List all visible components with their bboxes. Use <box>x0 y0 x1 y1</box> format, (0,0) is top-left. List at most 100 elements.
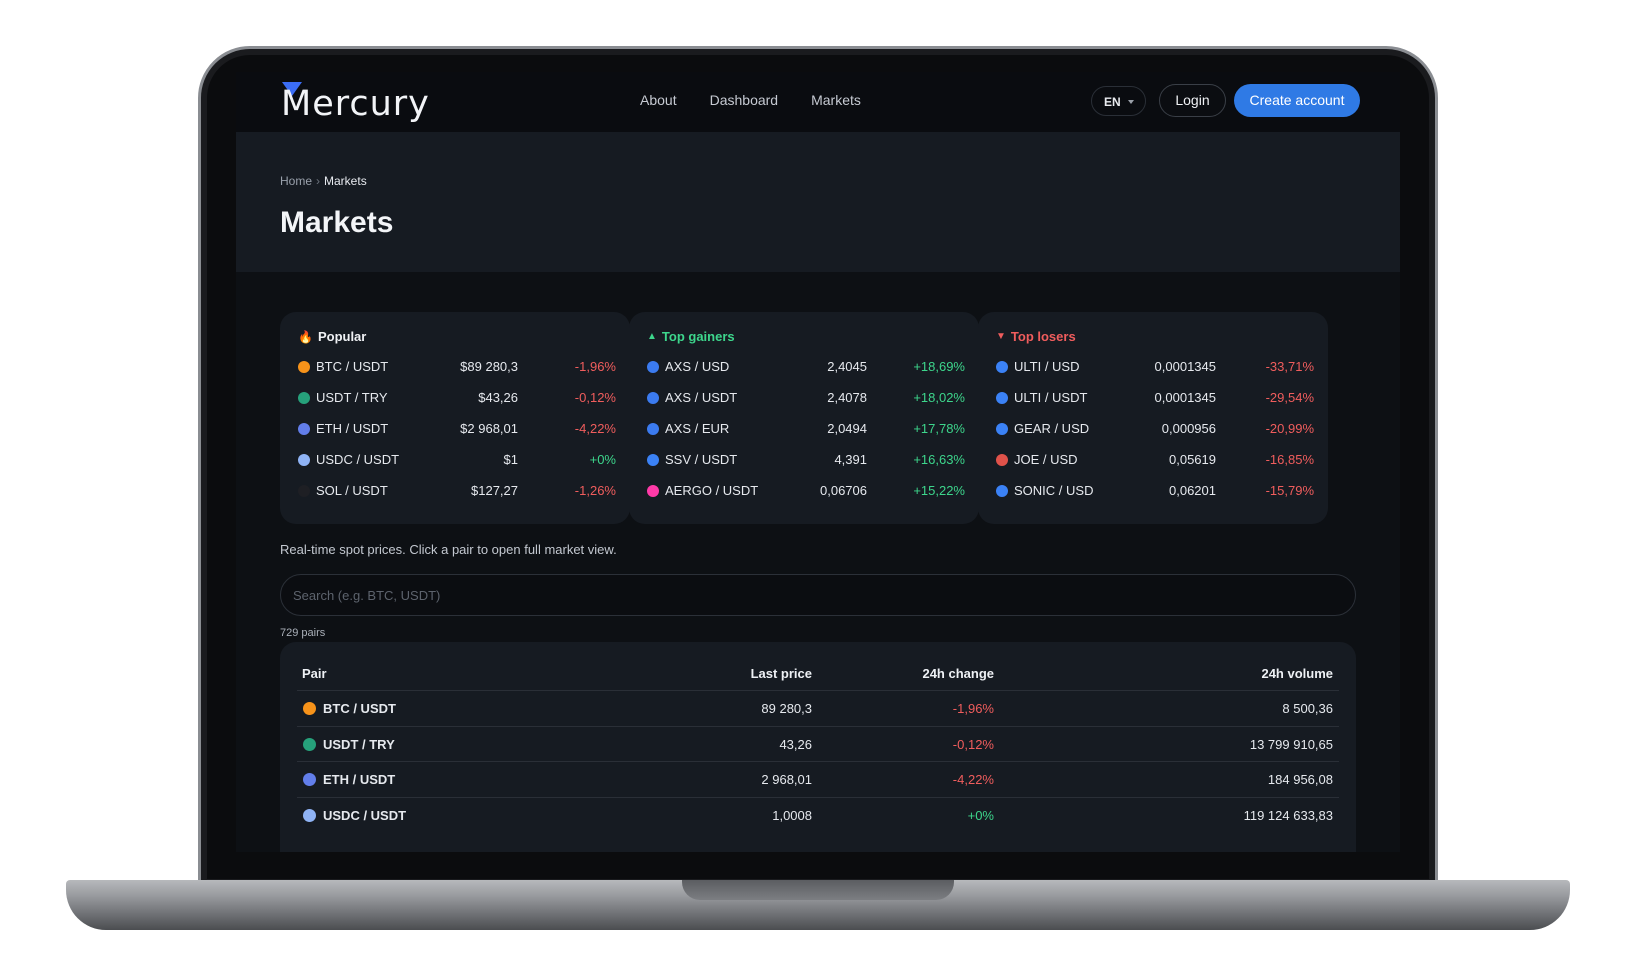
pair-cell: BTC / USDT <box>323 701 396 716</box>
change-value: +17,78% <box>913 421 965 436</box>
hero: Home › Markets Markets <box>236 132 1400 272</box>
change-cell: -4,22% <box>952 772 994 787</box>
breadcrumb-home[interactable]: Home <box>280 174 312 188</box>
card-popular: 🔥 Popular BTC / USDT $89 280,3 -1,96% USDT / … <box>280 312 630 524</box>
change-cell: +0% <box>967 807 994 823</box>
last-price-cell: 43,26 <box>779 736 812 752</box>
pair-label: AERGO / USDT <box>665 483 759 498</box>
breadcrumb-current: Markets <box>324 174 367 188</box>
table-row[interactable]: USDC / USDT 1,0008 +0% 119 124 633,83 <box>297 796 1339 833</box>
usdt-icon <box>298 392 310 404</box>
change-value: -29,54% <box>1265 390 1314 405</box>
volume-cell: 119 124 633,83 <box>1243 807 1333 823</box>
card-title: ▲ Top gainers <box>647 329 735 344</box>
change-value: -1,26% <box>574 483 616 498</box>
card-row[interactable]: SONIC / USD 0,06201 -15,79% <box>996 482 1314 502</box>
screen: Mercury About Dashboard Markets EN Login… <box>236 72 1400 852</box>
breadcrumb-separator-icon: › <box>316 174 321 188</box>
nav-links: About Dashboard Markets <box>640 92 861 108</box>
change-value: +15,22% <box>913 483 965 498</box>
login-button[interactable]: Login <box>1159 84 1226 117</box>
card-row[interactable]: SOL / USDT $127,27 -1,26% <box>298 482 616 502</box>
table-row[interactable]: USDT / TRY 43,26 -0,12% 13 799 910,65 <box>297 725 1339 762</box>
language-label: EN <box>1104 95 1121 109</box>
change-value: -16,85% <box>1265 452 1314 467</box>
card-title-label: Popular <box>317 329 367 344</box>
card-row[interactable]: ETH / USDT $2 968,01 -4,22% <box>298 420 616 440</box>
price-value: $89 280,3 <box>460 359 518 374</box>
gear-icon <box>996 423 1008 435</box>
table-row[interactable]: ETH / USDT 2 968,01 -4,22% 184 956,08 <box>297 761 1339 797</box>
aergo-icon <box>647 485 659 497</box>
price-value: 0,0001345 <box>1154 390 1216 405</box>
chevron-down-icon <box>1128 100 1134 104</box>
header-24h-change[interactable]: 24h change <box>857 666 994 681</box>
price-value: 2,4078 <box>827 390 867 405</box>
description-note: Real-time spot prices. Click a pair to o… <box>280 542 617 557</box>
ssv-icon <box>647 454 659 466</box>
joe-icon <box>996 454 1008 466</box>
logo[interactable]: Mercury <box>281 84 430 124</box>
language-selector[interactable]: EN <box>1091 86 1146 116</box>
card-row[interactable]: AXS / EUR 2,0494 +17,78% <box>647 420 965 440</box>
table-row[interactable]: BTC / USDT 89 280,3 -1,96% 8 500,36 <box>297 690 1339 726</box>
nav-link-about[interactable]: About <box>640 92 677 108</box>
volume-cell: 184 956,08 <box>1267 772 1333 787</box>
card-row[interactable]: JOE / USD 0,05619 -16,85% <box>996 451 1314 471</box>
fire-icon: 🔥 <box>298 329 313 344</box>
pair-label: JOE / USD <box>1014 452 1078 467</box>
axs-icon <box>647 361 659 373</box>
card-title: 🔥 Popular <box>298 329 366 344</box>
laptop-notch <box>682 880 954 900</box>
change-cell: -1,96% <box>952 701 994 716</box>
pair-label: USDC / USDT <box>316 452 400 467</box>
pair-cell: USDT / TRY <box>323 736 395 752</box>
change-value: -4,22% <box>574 421 616 436</box>
card-row[interactable]: SSV / USDT 4,391 +16,63% <box>647 451 965 471</box>
card-row[interactable]: ULTI / USD 0,0001345 -33,71% <box>996 358 1314 378</box>
card-row[interactable]: AXS / USD 2,4045 +18,69% <box>647 358 965 378</box>
triangle-up-icon: ▲ <box>647 331 657 342</box>
search-input[interactable]: Search (e.g. BTC, USDT) <box>280 574 1356 616</box>
price-value: $127,27 <box>471 483 518 498</box>
usdc-icon <box>303 808 316 822</box>
pair-label: ULTI / USD <box>1014 359 1080 374</box>
pair-label: SONIC / USD <box>1014 483 1094 498</box>
change-value: -33,71% <box>1265 359 1314 374</box>
axs-icon <box>647 423 659 435</box>
card-row[interactable]: USDT / TRY $43,26 -0,12% <box>298 389 616 409</box>
header-pair[interactable]: Pair <box>302 666 327 681</box>
volume-cell: 13 799 910,65 <box>1249 736 1333 752</box>
last-price-cell: 2 968,01 <box>761 772 812 787</box>
card-title-label: Top losers <box>1010 329 1076 344</box>
nav-link-dashboard[interactable]: Dashboard <box>710 92 779 108</box>
btc-icon <box>298 361 310 373</box>
nav-link-markets[interactable]: Markets <box>811 92 861 108</box>
price-value: 0,06201 <box>1169 483 1216 498</box>
last-price-cell: 89 280,3 <box>761 701 812 716</box>
price-value: $43,26 <box>478 390 518 405</box>
change-value: -0,12% <box>574 390 616 405</box>
breadcrumb: Home › Markets <box>280 174 367 188</box>
pair-label: USDT / TRY <box>316 390 388 405</box>
price-value: $1 <box>503 452 518 467</box>
pair-label: AXS / USDT <box>665 390 738 405</box>
change-value: -1,96% <box>574 359 616 374</box>
card-title: ▼ Top losers <box>996 329 1076 344</box>
card-row[interactable]: ULTI / USDT 0,0001345 -29,54% <box>996 389 1314 409</box>
pair-cell: ETH / USDT <box>323 772 396 787</box>
sonic-icon <box>996 485 1008 497</box>
card-row[interactable]: AERGO / USDT 0,06706 +15,22% <box>647 482 965 502</box>
change-value: +16,63% <box>913 452 965 467</box>
price-value: 0,05619 <box>1169 452 1216 467</box>
card-row[interactable]: USDC / USDT $1 +0% <box>298 451 616 471</box>
markets-table: Pair Last price 24h change 24h volume BT… <box>280 642 1356 852</box>
card-row[interactable]: AXS / USDT 2,4078 +18,02% <box>647 389 965 409</box>
card-row[interactable]: GEAR / USD 0,000956 -20,99% <box>996 420 1314 440</box>
card-row[interactable]: BTC / USDT $89 280,3 -1,96% <box>298 358 616 378</box>
header-last-price[interactable]: Last price <box>680 666 812 681</box>
create-account-button[interactable]: Create account <box>1234 84 1360 117</box>
usdc-icon <box>298 454 310 466</box>
header-24h-volume[interactable]: 24h volume <box>1261 666 1333 681</box>
price-value: 0,0001345 <box>1154 359 1216 374</box>
